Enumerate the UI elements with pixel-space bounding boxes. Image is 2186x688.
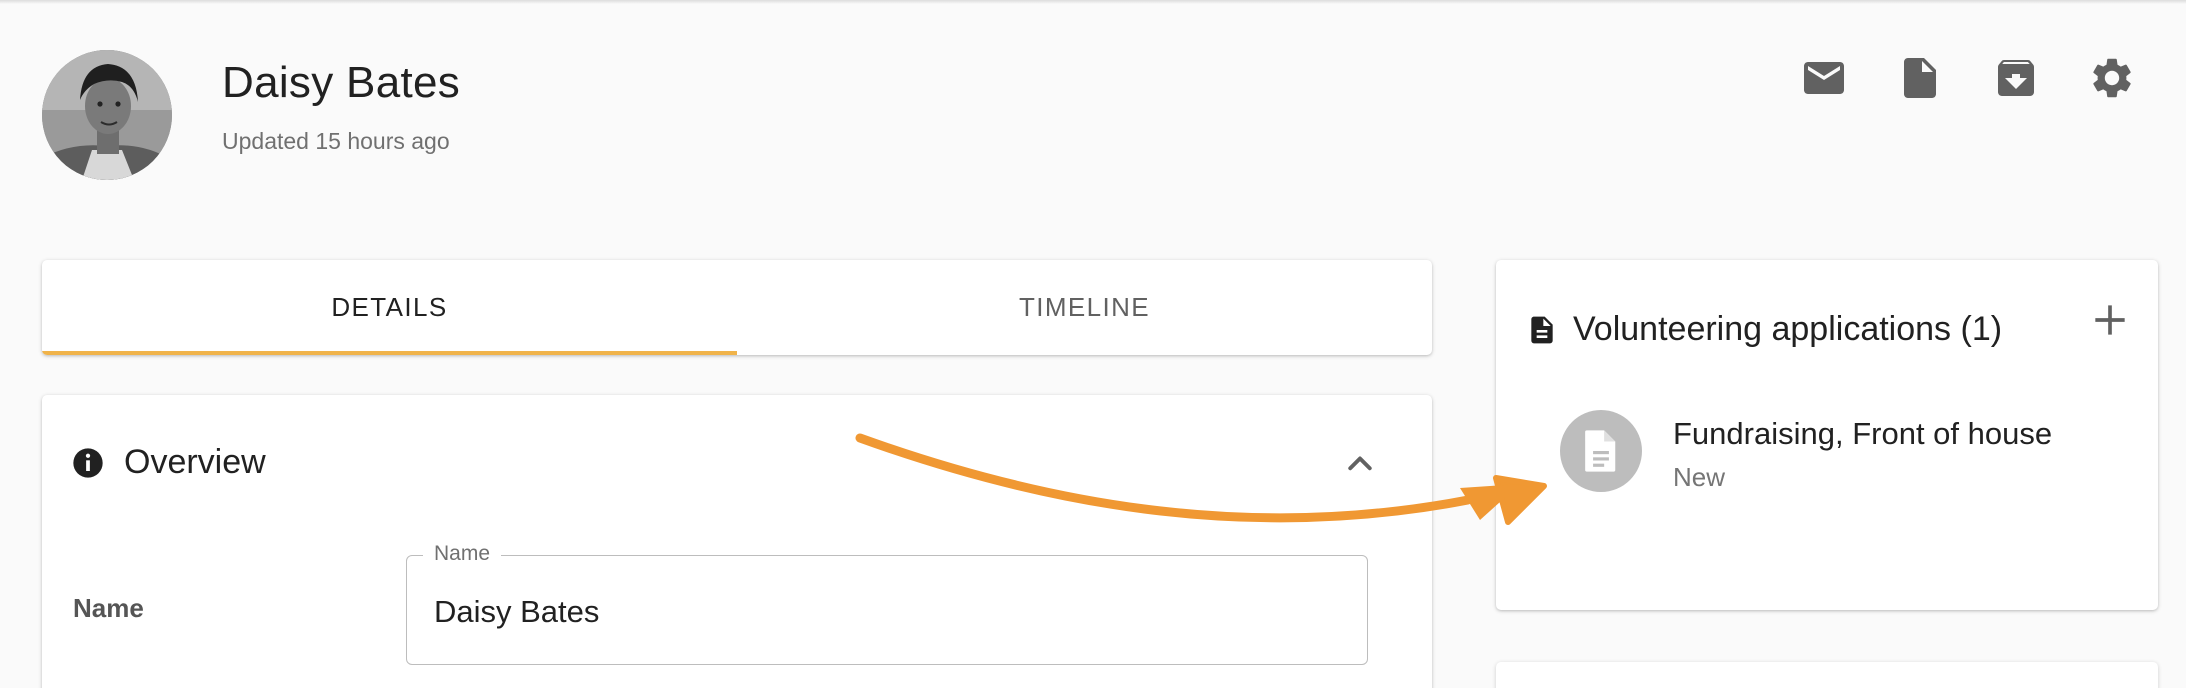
updated-timestamp: Updated 15 hours ago [222, 128, 450, 154]
tab-timeline[interactable]: TIMELINE [737, 260, 1432, 355]
application-status: New [1673, 462, 1726, 492]
archive-button[interactable] [1990, 52, 2042, 104]
avatar [42, 50, 172, 180]
settings-button[interactable] [2086, 52, 2138, 104]
document-icon [1904, 58, 1936, 98]
mail-button[interactable] [1798, 52, 1850, 104]
page-title: Daisy Bates [222, 58, 461, 107]
gear-icon [2093, 58, 2131, 98]
document-icon [1585, 430, 1616, 472]
name-label: Name [73, 593, 144, 623]
name-field-legend: Name [423, 542, 502, 566]
tabs: DETAILS TIMELINE [42, 260, 1432, 355]
application-item[interactable]: Fundraising, Front of house New [1496, 410, 2158, 510]
add-icon[interactable] [2088, 298, 2132, 342]
secondary-card [1496, 662, 2158, 688]
chevron-up-icon[interactable] [1342, 445, 1378, 481]
overview-title: Overview [124, 443, 266, 481]
application-title: Fundraising, Front of house [1673, 416, 2053, 451]
archive-icon [1998, 60, 2034, 96]
info-icon [73, 448, 103, 478]
applications-title: Volunteering applications (1) [1573, 310, 2003, 348]
mail-icon [1804, 62, 1844, 94]
document-icon [1531, 316, 1553, 344]
tab-details[interactable]: DETAILS [42, 260, 737, 355]
volunteering-applications-card: Volunteering applications (1) Fundraisin… [1496, 260, 2158, 610]
application-avatar [1560, 410, 1642, 492]
top-shadow [0, 0, 2186, 4]
name-field[interactable]: Name Daisy Bates [406, 542, 1368, 665]
document-button[interactable] [1894, 52, 1946, 104]
name-field-value: Daisy Bates [434, 594, 600, 629]
overview-card: Overview Name Name Daisy Bates [42, 395, 1432, 688]
